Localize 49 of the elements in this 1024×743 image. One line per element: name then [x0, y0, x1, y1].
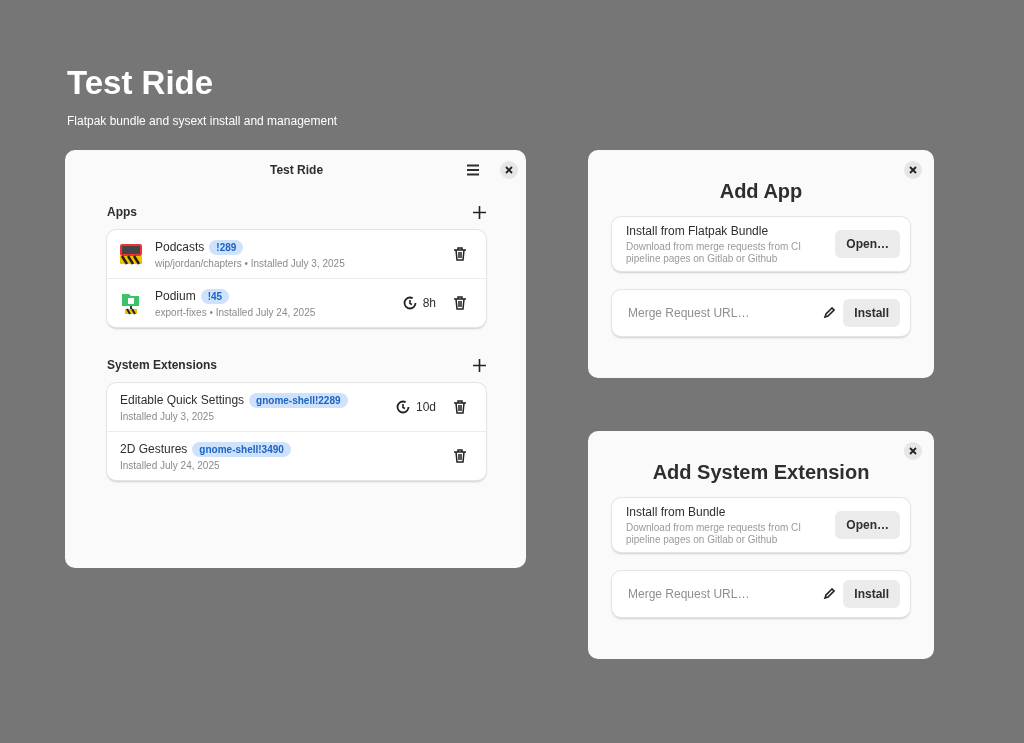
close-button[interactable]: [500, 161, 518, 179]
url-field[interactable]: Merge Request URL… Install: [612, 571, 910, 617]
item-name: 2D Gestures: [120, 442, 188, 456]
expiry-time: 10d: [415, 400, 436, 414]
add-icon[interactable]: [473, 205, 486, 219]
close-icon: [909, 166, 917, 174]
merge-request-tag[interactable]: !289: [209, 239, 244, 255]
merge-request-tag[interactable]: gnome-shell!2289: [249, 392, 348, 408]
close-icon: [909, 447, 917, 455]
close-button[interactable]: [904, 442, 922, 460]
item-detail: wip/jordan/chapters • Installed July 3, 2025: [155, 257, 346, 269]
item-name: Podcasts: [155, 240, 205, 254]
install-button[interactable]: Install: [843, 580, 900, 608]
expiry-time: 8h: [422, 296, 436, 310]
item-name: Podium: [155, 289, 196, 303]
item-detail: Installed July 3, 2025: [120, 410, 215, 422]
dialog-title: Add System Extension: [651, 461, 871, 484]
bundle-description: Download from merge requests from CI pipeline pages on Gitlab or Github: [626, 240, 803, 265]
timer-icon: [402, 296, 417, 310]
page-title: Test Ride: [67, 64, 215, 102]
radio-app-icon: [119, 243, 143, 265]
menu-icon[interactable]: [466, 164, 480, 176]
pencil-icon: [823, 307, 836, 319]
page-subtitle: Flatpak bundle and sysext install and management: [67, 114, 339, 128]
dialog-title: Add App: [718, 180, 804, 203]
item-detail: export-fixes • Installed July 24, 2025: [155, 306, 317, 318]
bundle-description: Download from merge requests from CI pipeline pages on Gitlab or Github: [626, 521, 803, 546]
bundle-title: Install from Flatpak Bundle: [626, 223, 770, 238]
item-name: Editable Quick Settings: [120, 393, 245, 407]
timer-icon: [395, 400, 410, 414]
section-title: System Extensions: [107, 358, 218, 372]
close-icon: [505, 166, 513, 174]
merge-request-tag[interactable]: gnome-shell!3490: [192, 441, 291, 457]
url-field[interactable]: Merge Request URL… Install: [612, 290, 910, 336]
add-icon[interactable]: [473, 358, 486, 372]
delete-button[interactable]: [454, 296, 466, 310]
delete-button[interactable]: [454, 400, 466, 414]
open-button[interactable]: Open…: [835, 511, 900, 539]
close-button[interactable]: [904, 161, 922, 179]
bundle-title: Install from Bundle: [626, 504, 727, 519]
item-detail: Installed July 24, 2025: [120, 459, 221, 471]
delete-button[interactable]: [454, 449, 466, 463]
merge-request-tag[interactable]: !45: [200, 288, 230, 304]
delete-button[interactable]: [454, 247, 466, 261]
open-button[interactable]: Open…: [835, 230, 900, 258]
install-button[interactable]: Install: [843, 299, 900, 327]
window-title: Test Ride: [269, 163, 324, 177]
section-title: Apps: [107, 205, 137, 219]
pencil-icon: [823, 588, 836, 600]
